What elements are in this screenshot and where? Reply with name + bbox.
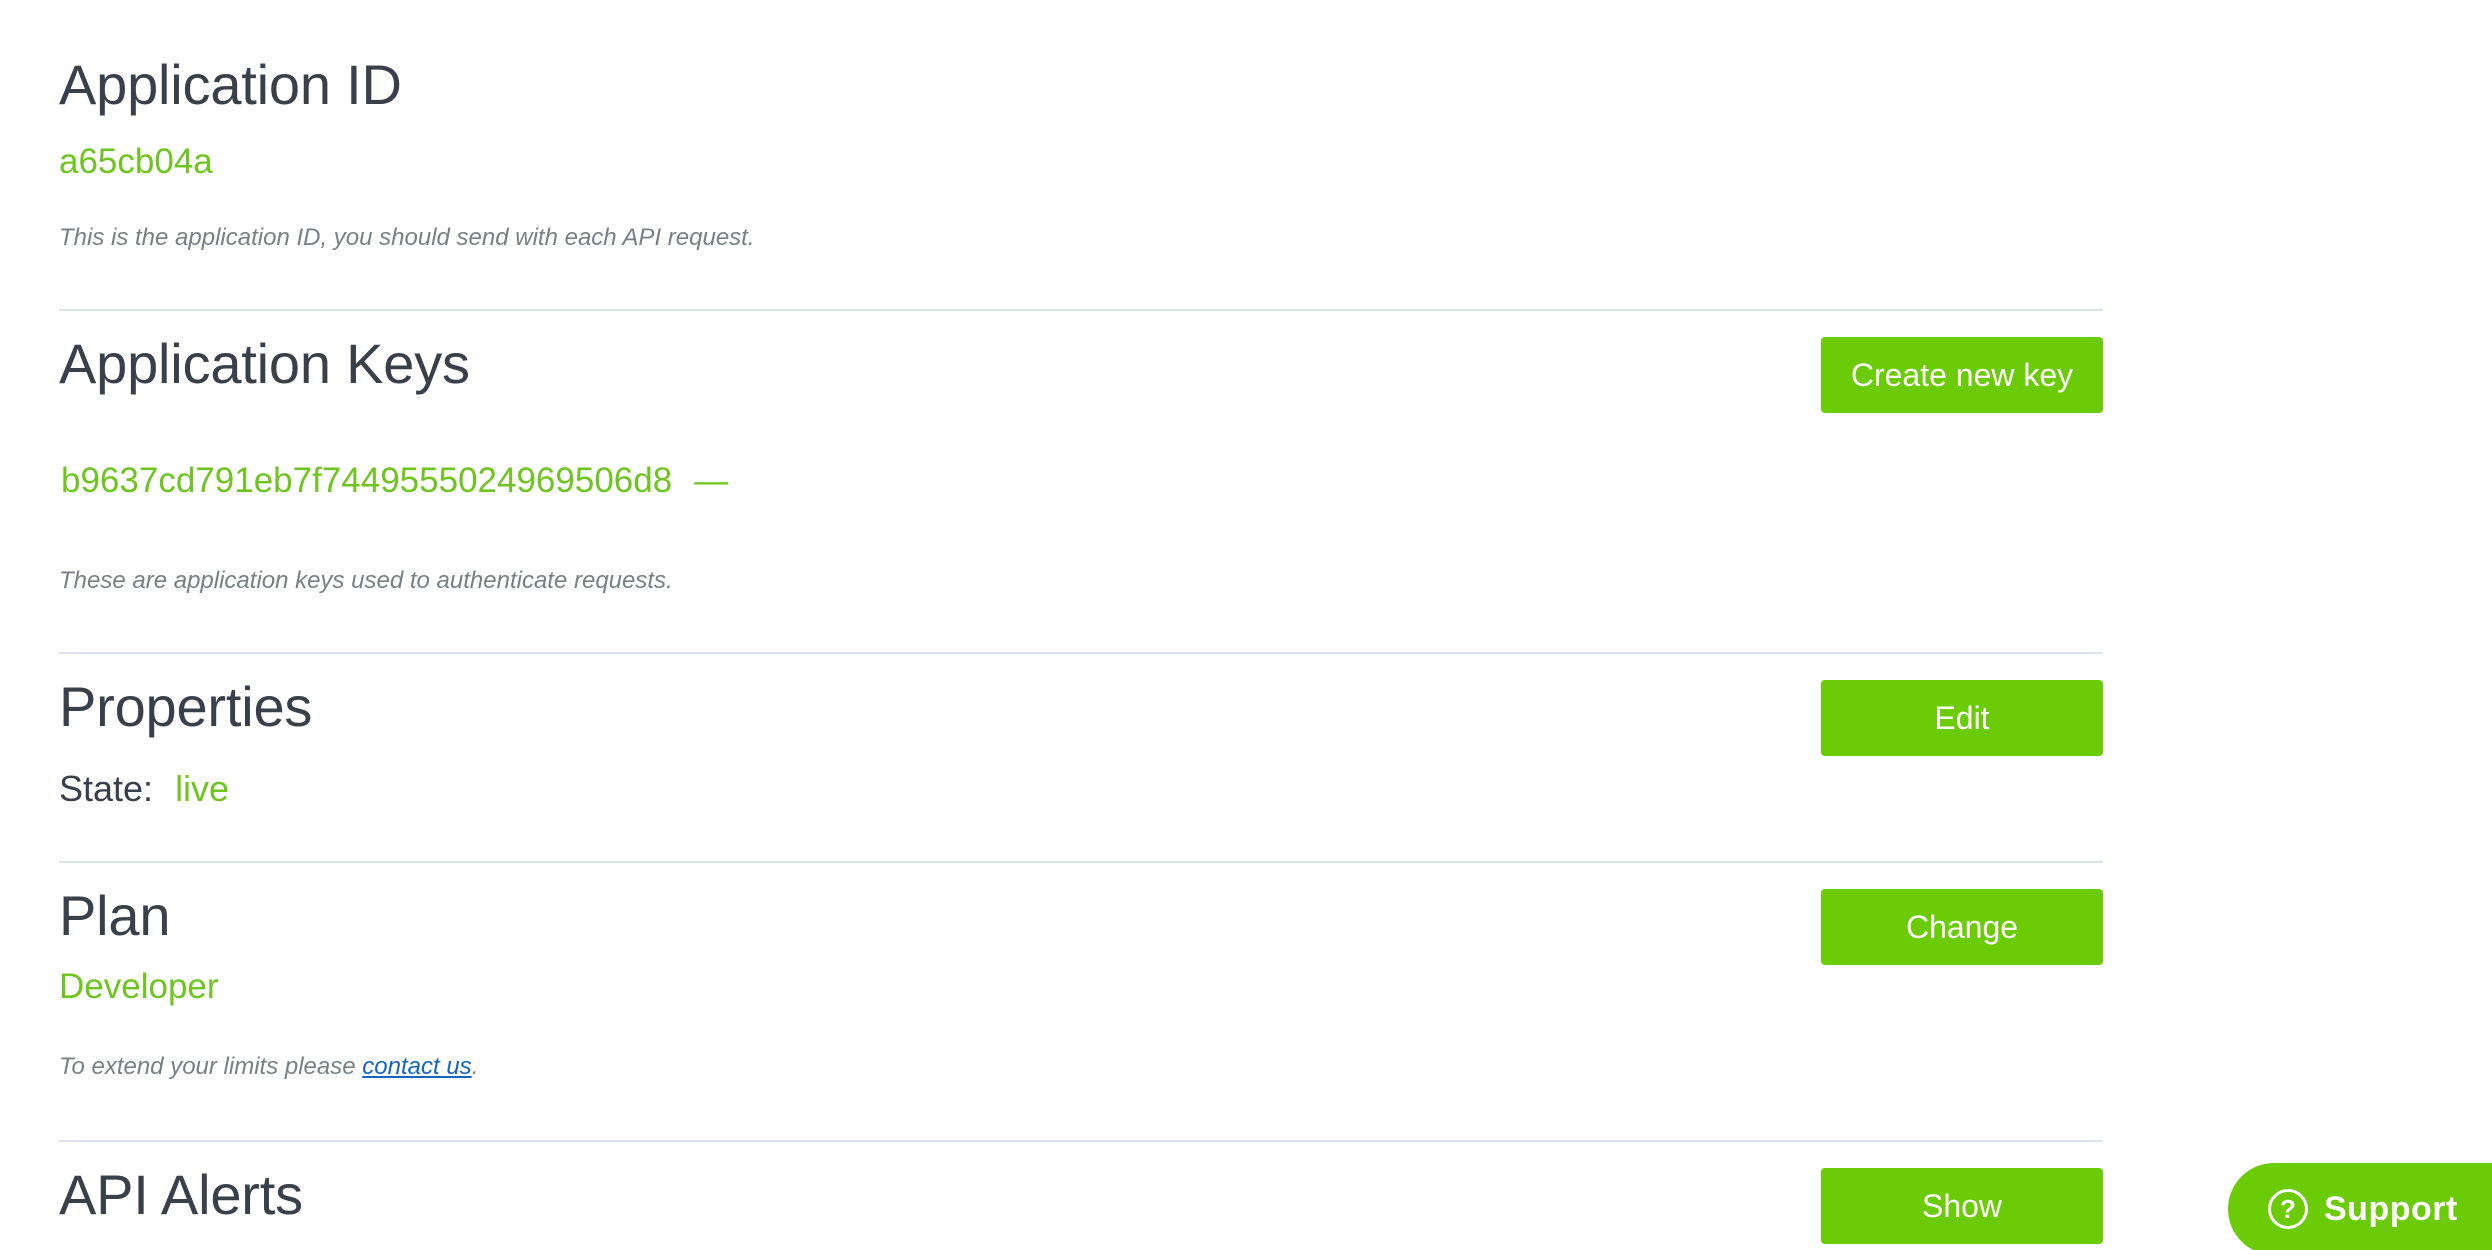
page: Application ID a65cb04a This is the appl… (0, 0, 2492, 1250)
application-id-value: a65cb04a (59, 142, 213, 181)
application-id-section: Application ID a65cb04a This is the appl… (59, 0, 2103, 311)
remove-key-icon[interactable]: — (694, 462, 728, 501)
application-keys-title: Application Keys (59, 332, 470, 395)
plan-title: Plan (59, 884, 171, 947)
contact-us-link[interactable]: contact us (362, 1053, 471, 1080)
edit-properties-button[interactable]: Edit (1821, 680, 2103, 756)
application-keys-section: Application Keys Create new key b9637cd7… (59, 311, 2103, 654)
plan-section: Plan Change Developer To extend your lim… (59, 863, 2103, 1142)
api-alerts-title: API Alerts (59, 1163, 303, 1226)
key-row: b9637cd791eb7f7449555024969506d8 — (61, 461, 728, 501)
state-label: State: (59, 768, 154, 809)
api-alerts-section: API Alerts Show (59, 1142, 2103, 1250)
support-label: Support (2324, 1189, 2458, 1228)
show-alerts-button[interactable]: Show (1821, 1168, 2103, 1244)
change-plan-button[interactable]: Change (1821, 889, 2103, 965)
question-circle-icon: ? (2268, 1189, 2308, 1229)
plan-note-suffix: . (471, 1053, 479, 1080)
application-id-note: This is the application ID, you should s… (59, 224, 755, 251)
state-row: State: live (59, 768, 229, 810)
application-keys-note: These are application keys used to authe… (59, 567, 673, 594)
plan-note: To extend your limits please contact us. (59, 1053, 478, 1081)
support-button[interactable]: ? Support (2228, 1163, 2492, 1250)
application-id-title: Application ID (59, 53, 402, 116)
plan-name: Developer (59, 967, 219, 1006)
state-value: live (175, 768, 230, 809)
create-new-key-button[interactable]: Create new key (1821, 337, 2103, 413)
plan-note-prefix: To extend your limits please (59, 1053, 363, 1080)
application-key-value: b9637cd791eb7f7449555024969506d8 (61, 461, 673, 500)
properties-section: Properties Edit State: live (59, 654, 2103, 863)
properties-title: Properties (59, 675, 313, 738)
app-details: Application ID a65cb04a This is the appl… (59, 0, 2103, 1250)
